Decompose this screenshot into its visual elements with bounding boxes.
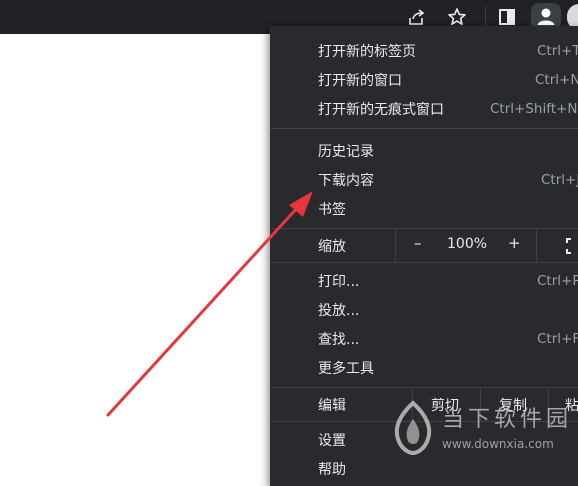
- new-incognito-label: 打开新的无痕式窗口: [318, 101, 444, 118]
- bookmarks-label: 书签: [318, 201, 346, 218]
- settings-label: 设置: [318, 432, 346, 449]
- menu-item-bookmarks[interactable]: 书签: [270, 194, 578, 223]
- zoom-out-button[interactable]: –: [414, 234, 422, 252]
- zoom-label: 缩放: [318, 239, 346, 255]
- new-tab-label: 打开新的标签页: [318, 43, 416, 60]
- edit-label: 编辑: [318, 398, 346, 414]
- watermark-url: www.downxia.com: [442, 437, 554, 451]
- menu-item-more-tools[interactable]: 更多工具: [270, 353, 578, 382]
- new-tab-shortcut: Ctrl+T: [537, 42, 578, 59]
- history-label: 历史记录: [318, 143, 374, 160]
- new-incognito-shortcut: Ctrl+Shift+N: [490, 100, 578, 117]
- more-tools-label: 更多工具: [318, 360, 374, 377]
- watermark-logo-icon: [394, 400, 432, 456]
- fullscreen-icon[interactable]: [566, 238, 578, 258]
- zoom-row: 缩放 – 100% +: [270, 229, 578, 262]
- cast-label: 投放...: [318, 302, 360, 319]
- share-icon-glyph: [409, 9, 425, 25]
- print-label: 打印...: [318, 273, 360, 290]
- menu-item-print[interactable]: 打印... Ctrl+P: [270, 266, 578, 295]
- downloads-label: 下载内容: [318, 172, 374, 189]
- menu-item-downloads[interactable]: 下载内容 Ctrl+J: [270, 165, 578, 194]
- find-shortcut: Ctrl+F: [537, 330, 578, 347]
- star-icon-glyph: [448, 8, 466, 25]
- zoom-separator: [395, 229, 396, 262]
- menu-item-find[interactable]: 查找... Ctrl+F: [270, 324, 578, 353]
- menu-item-new-incognito[interactable]: 打开新的无痕式窗口 Ctrl+Shift+N: [270, 94, 578, 123]
- fullscreen-icon-glyph: [566, 238, 571, 254]
- downloads-shortcut: Ctrl+J: [541, 171, 578, 188]
- print-shortcut: Ctrl+P: [537, 272, 578, 289]
- menu-divider: [270, 262, 578, 263]
- watermark-brand: 当下软件园: [442, 407, 573, 432]
- zoom-separator: [536, 229, 537, 262]
- menu-item-new-window[interactable]: 打开新的窗口 Ctrl+N: [270, 65, 578, 94]
- side-panel-icon-glyph: [499, 9, 515, 25]
- zoom-in-button[interactable]: +: [508, 234, 521, 252]
- menu-divider: [270, 128, 578, 129]
- watermark: 当下软件园 www.downxia.com: [390, 395, 578, 465]
- menu-item-history[interactable]: 历史记录 ▸: [270, 136, 578, 165]
- new-window-shortcut: Ctrl+N: [535, 71, 578, 88]
- menu-item-new-tab[interactable]: 打开新的标签页 Ctrl+T: [270, 36, 578, 65]
- toolbar-separator: [485, 6, 486, 28]
- menu-item-cast[interactable]: 投放...: [270, 295, 578, 324]
- new-window-label: 打开新的窗口: [318, 72, 402, 89]
- zoom-value: 100%: [447, 236, 488, 252]
- find-label: 查找...: [318, 331, 360, 348]
- help-label: 帮助: [318, 461, 346, 478]
